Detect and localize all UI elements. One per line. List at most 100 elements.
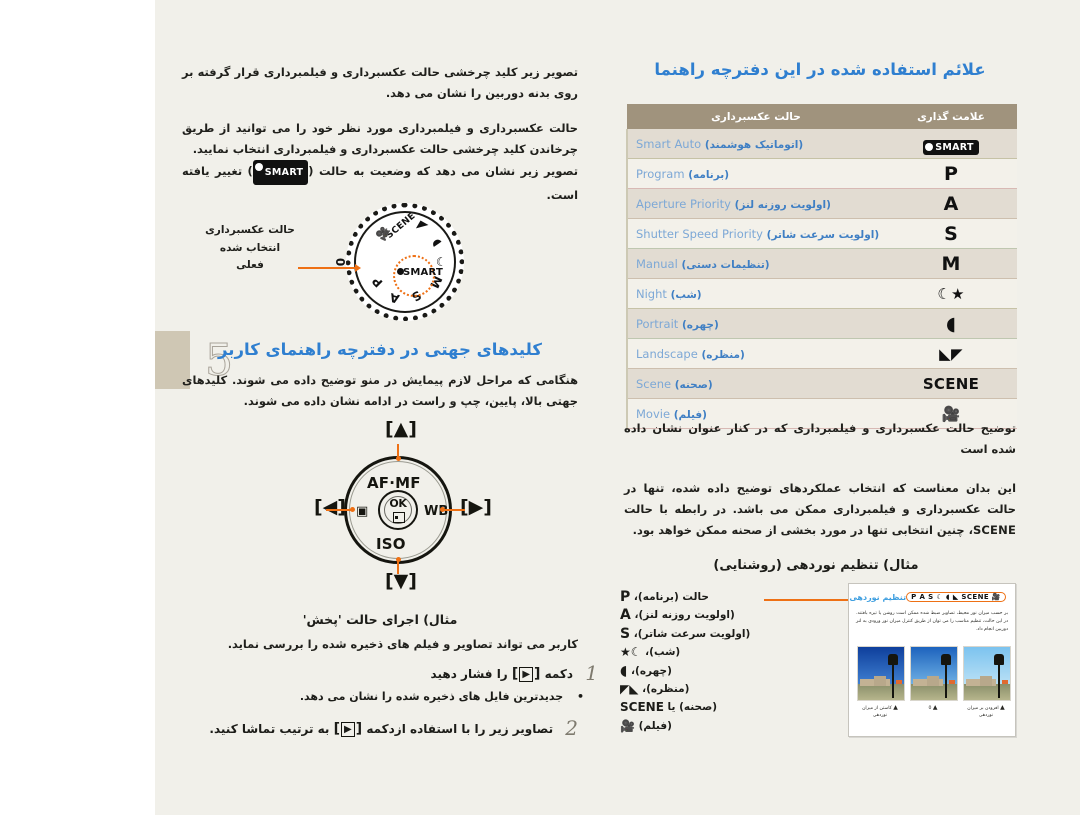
mode-label-en: Smart Auto	[636, 136, 702, 151]
dial-portrait-icon: ◖	[429, 235, 445, 249]
playback-example-title: مثال) اجرای حالت 'پخش'	[302, 612, 458, 627]
mode-list-item: حالت (برنامه)، P	[620, 588, 770, 606]
para-3-part-a: تصویر زیر نشان می دهد که وضعیت به حالت (	[308, 164, 578, 178]
mode-list-label: (چهره)،	[631, 664, 672, 677]
mode-cell: (اولویت سرعت شاتر) Shutter Speed Priorit…	[626, 218, 885, 249]
portrait-icon: ◖	[620, 662, 628, 679]
mode-label-fa: (اولویت سرعت شاتر)	[766, 228, 880, 241]
col-header-symbol: علامت گذاری	[885, 104, 1017, 129]
portrait-icon: ◖	[885, 308, 1017, 339]
bracket-open: [	[355, 721, 363, 737]
building-shape	[874, 676, 886, 686]
aperture-priority-icon: A	[620, 607, 631, 624]
mode-list-label: حالت (برنامه)،	[633, 591, 709, 603]
col-header-mode: حالت عکسبرداری	[627, 104, 885, 129]
step-number: 2	[565, 716, 578, 740]
exposure-example-title: مثال) تنظیم نوردهی (روشنایی)	[713, 558, 919, 573]
mode-cell: (شب) Night	[626, 278, 885, 309]
mode-list-item: (اولویت روزنه لنز)، A	[620, 606, 770, 624]
table-row: (منظره) Landscape ◣◤	[626, 338, 1017, 369]
table-row: (اتوماتیک هوشمند) Smart Auto SMART	[626, 129, 1017, 159]
lamp-head-shape	[941, 654, 951, 665]
table-row: (چهره) Portrait ◖	[626, 308, 1017, 339]
water-region	[911, 684, 957, 700]
mode-label-en: Scene	[636, 376, 672, 391]
callout-leader-line	[764, 599, 852, 601]
step-text-b: به ترتیب تماشا کنید.	[209, 722, 330, 736]
roof-shape	[949, 680, 955, 684]
step-item-2: 2 تصاویر زیر را با استفاده ازدکمه [▶] به…	[182, 718, 578, 739]
exposure-example-panel: P A S ☾ ◖ ◣ SCENE 🎥تنظیم نوردهی (روشنایی…	[848, 583, 1016, 737]
mode-cell: (تنظیمات دستی) Manual	[626, 248, 885, 279]
connector-down	[397, 560, 399, 574]
play-key-icon: ▶	[341, 722, 355, 737]
bracket-close: ]	[511, 666, 519, 682]
step-text-b: را فشار دهید	[430, 667, 508, 681]
af-mf-label: AF·MF	[367, 474, 421, 492]
connector-dot	[440, 507, 445, 512]
step-1-note: • جدیدترین فایل های ذخیره شده را نشان می…	[182, 690, 584, 703]
mode-chip: P A S ☾ ◖ ◣ SCENE 🎥	[906, 592, 1006, 602]
connector-dot	[395, 557, 401, 562]
mode-label-fa: (برنامه)	[688, 168, 730, 181]
dial-landscape-icon: ◤	[415, 217, 431, 235]
play-key-icon: ▶	[519, 667, 534, 682]
building-shape	[980, 676, 992, 686]
ok-label: OK	[389, 497, 407, 510]
scene-icon: SCENE	[620, 700, 664, 715]
thumbnail-caption: ▲ 0	[910, 704, 956, 712]
thumbnail-image	[910, 646, 958, 701]
landscape-icon: ◣◤	[885, 338, 1017, 369]
symbols-section-title: علائم استفاده شده در این دفترچه راهنما	[654, 60, 986, 79]
mode-list-item: (اولویت سرعت شاتر)، S	[620, 625, 770, 643]
ok-button: OK	[378, 490, 418, 530]
triangle-icon: ▲	[932, 704, 938, 711]
table-row: (شب) Night ☾★	[626, 278, 1017, 309]
step-text-a: تصاویر زیر را با استفاده ازدکمه	[366, 722, 554, 736]
panel-body-text: بر حسب میزان نور محیط، تصاویر ضبط شده مم…	[856, 611, 1008, 633]
smart-text: SMART	[403, 267, 443, 278]
step-number: 1	[585, 661, 598, 685]
manual-icon: M	[885, 248, 1017, 279]
panel-thumbnails: ▲ افزودن بر میزان نوردهی ▲ 0 ▲ کاستن از …	[857, 646, 1011, 719]
mode-label-en: Portrait	[636, 316, 679, 331]
caption-text: کاستن از میزان نوردهی	[862, 706, 892, 718]
bracket-close: ]	[333, 721, 341, 737]
dial-caption: حالت عکسبرداری انتخاب شده فعلی	[205, 224, 295, 271]
water-region	[964, 684, 1010, 700]
table-row: (اولویت روزنه لنز) Aperture Priority A	[626, 188, 1017, 219]
thumbnail-item: ▲ 0	[910, 646, 958, 719]
mode-list-label: (منظره)،	[642, 683, 690, 696]
description-paragraph-1: توضیح حالت عکسبرداری و فیلمبرداری که در …	[624, 421, 1016, 456]
desc-2-part-a: این بدان معناست که انتخاب عملکردهای توضی…	[624, 481, 1016, 516]
symbol-cell: SMART	[885, 129, 1017, 159]
left-white-gutter	[0, 0, 155, 815]
mode-label-fa: (اولویت روزنه لنز)	[734, 198, 831, 211]
mode-list-label: (اولویت سرعت شاتر)،	[633, 627, 751, 640]
thumbnail-image	[963, 646, 1011, 701]
shutter-priority-icon: S	[620, 625, 631, 642]
caption-text: افزودن بر میزان نوردهی	[967, 706, 999, 718]
step-item-1: 1 دکمه [▶] را فشار دهید	[182, 663, 598, 684]
triangle-icon: ▲	[1000, 704, 1005, 711]
panel-heading-text: تنظیم نوردهی (روشنایی)	[849, 593, 907, 602]
desc-2-part-b: ، چنین انتخابی تنها در مورد بخشی از صحنه…	[632, 523, 973, 537]
description-paragraph-2: این بدان معناست که انتخاب عملکردهای توضی…	[624, 478, 1016, 541]
left-column: تصویر زیر کلید چرخشی حالت عکسبرداری و فی…	[180, 0, 598, 815]
mode-list-item: (شب)، ☾★	[620, 643, 770, 661]
mode-label-en: Manual	[636, 256, 678, 271]
mode-dial-diagram: SCENE ◤ ◖ ☾ M S A P 🎥 SMART 0	[330, 195, 480, 345]
mode-list-label: (صحنه) یا	[667, 701, 718, 714]
program-icon: P	[620, 589, 631, 605]
roof-shape	[896, 680, 902, 684]
mode-label-en: Aperture Priority	[636, 196, 731, 211]
thumbnail-caption: ▲ افزودن بر میزان نوردهی	[963, 704, 1009, 719]
mode-label-fa: (چهره)	[681, 318, 719, 331]
scene-inline-icon: SCENE	[972, 523, 1016, 537]
building-shape	[927, 676, 939, 686]
dial-index-marker: 0	[333, 257, 348, 267]
note-text: جدیدترین فایل های ذخیره شده را نشان می د…	[299, 690, 564, 703]
table-row: (تنظیمات دستی) Manual M	[626, 248, 1017, 279]
mode-label-fa: (صحنه)	[674, 378, 713, 391]
mode-list-item: (فیلم) 🎥	[620, 717, 770, 735]
